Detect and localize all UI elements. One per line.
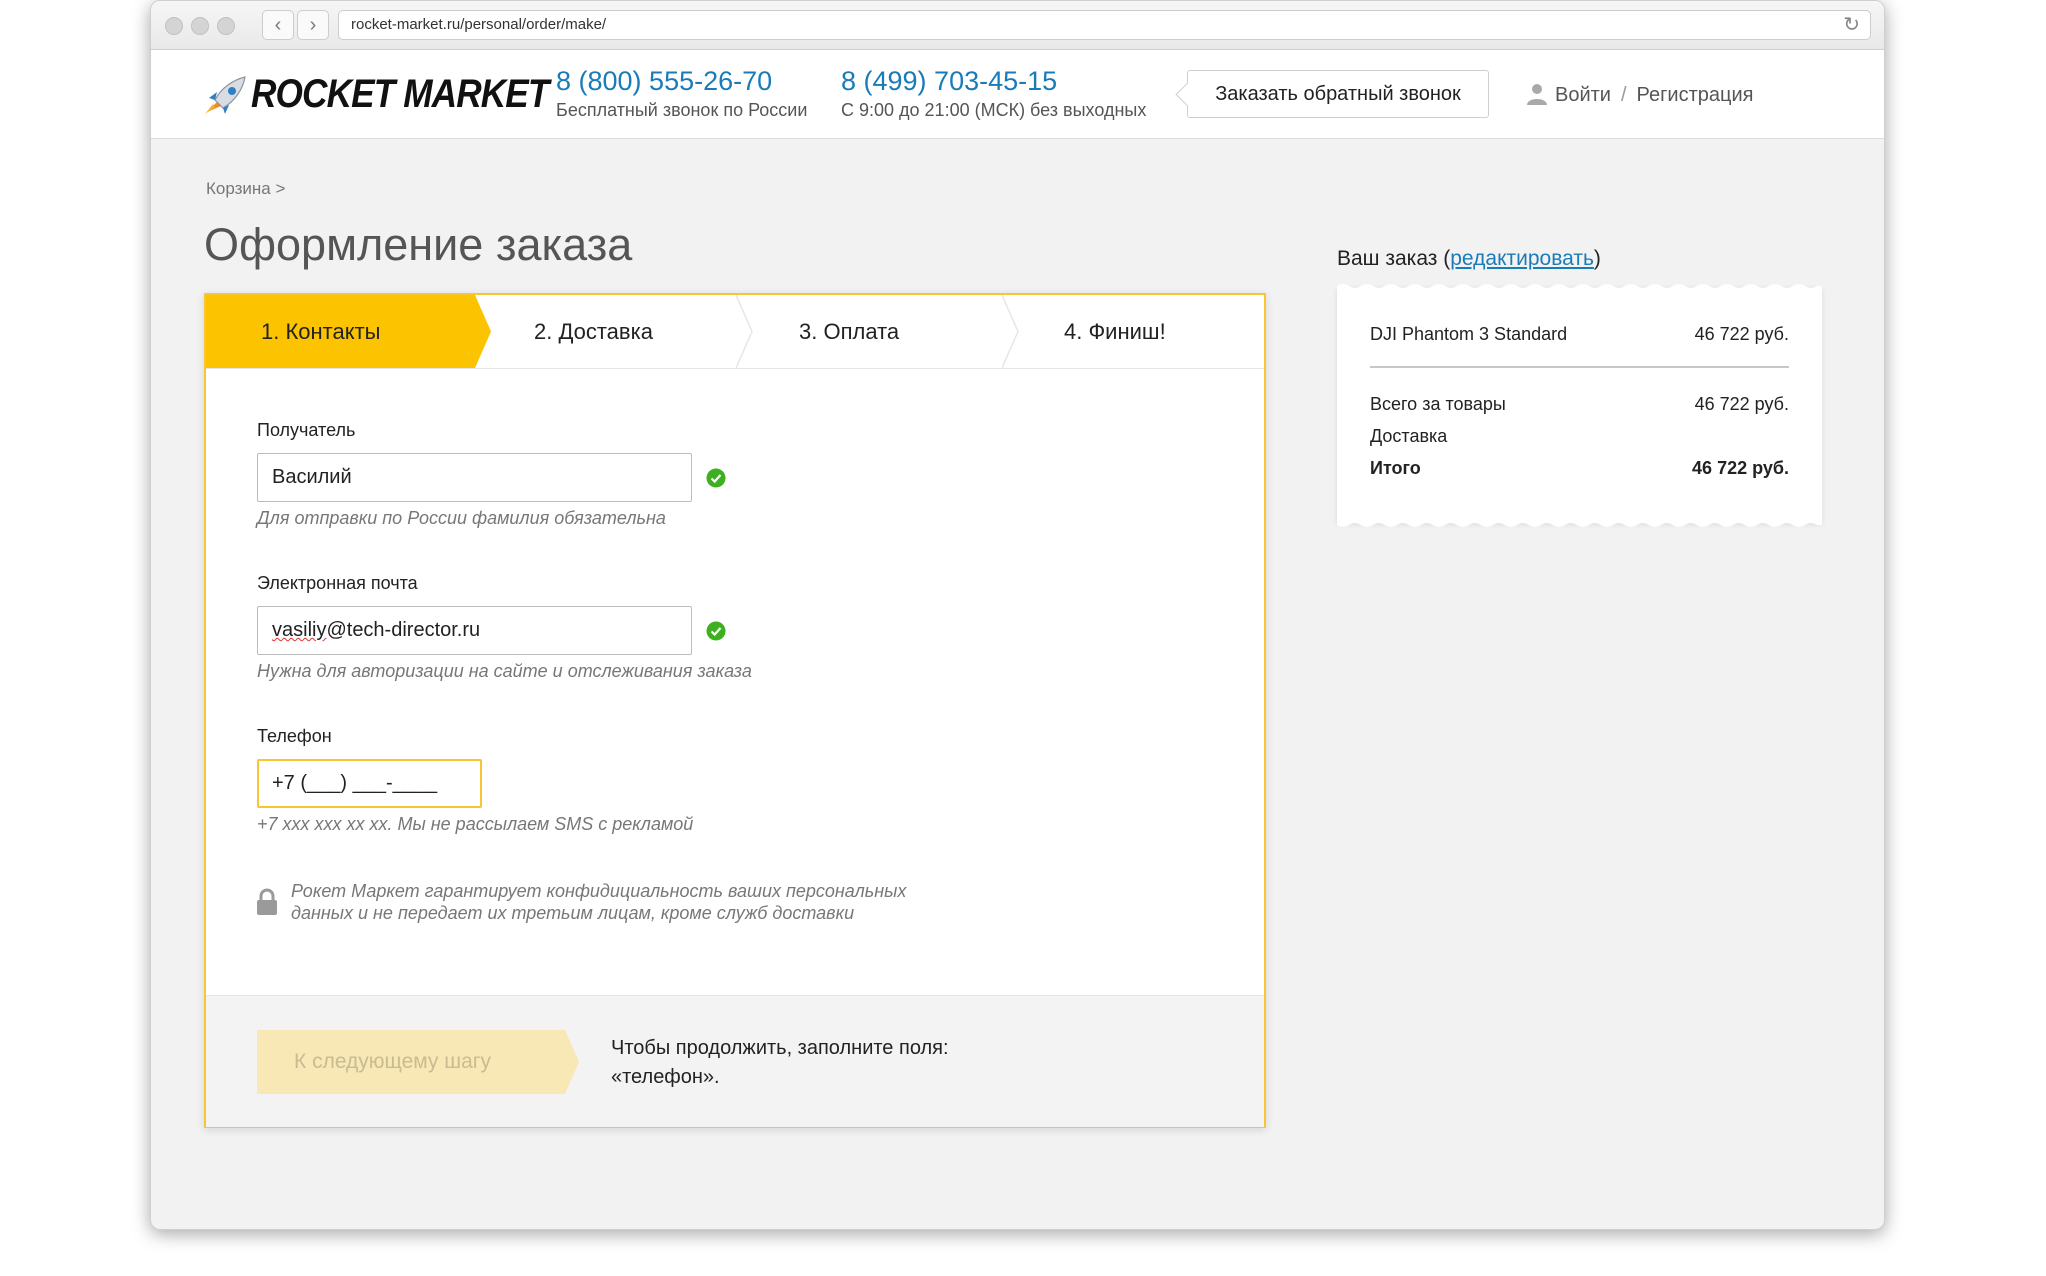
checkout-form-card: 1. Контакты 2. Доставка 3. Оплата 4. Фин… [204, 293, 1266, 1128]
email-label: Электронная почта [257, 573, 418, 593]
recipient-label: Получатель [257, 420, 356, 440]
site-header: ROCKET MARKET 8 (800) 555-26-70 Бесплатн… [151, 50, 1884, 139]
summary-item-row: DJI Phantom 3 Standard 46 722 руб. [1370, 324, 1789, 345]
auth-links: Войти / Регистрация [1555, 84, 1753, 107]
login-link[interactable]: Войти [1555, 84, 1611, 106]
grand-total-value: 46 722 руб. [1692, 458, 1789, 478]
receipt-edge-bottom [1337, 521, 1822, 527]
phone-hint: +7 xxx xxx xx xx. Мы не рассылаем SMS с … [257, 814, 694, 834]
item-price: 46 722 руб. [1694, 324, 1789, 344]
chevron-left-icon: ‹ [274, 14, 282, 36]
phone-free[interactable]: 8 (800) 555-26-70 [556, 66, 772, 97]
phone-label: Телефон [257, 726, 332, 746]
summary-divider [1370, 366, 1789, 368]
logo-text[interactable]: ROCKET MARKET [251, 72, 549, 117]
phone-input[interactable]: +7 (___) ___-____ [257, 759, 482, 808]
delivery-label: Доставка [1370, 426, 1448, 446]
order-summary-title: Ваш заказ (редактировать) [1337, 247, 1601, 271]
receipt-edge-top [1337, 284, 1822, 290]
goods-total-value: 46 722 руб. [1694, 394, 1789, 414]
recipient-input[interactable]: Василий [257, 453, 692, 502]
grand-total-label: Итого [1370, 458, 1421, 478]
continue-note: Чтобы продолжить, заполните поля: «телеф… [611, 1034, 949, 1092]
email-valid-icon [706, 621, 726, 641]
summary-title-text: Ваш заказ [1337, 247, 1438, 270]
window-minimize-dot[interactable] [191, 17, 209, 35]
page-title: Оформление заказа [204, 219, 633, 270]
next-step-button[interactable]: К следующему шагу [257, 1030, 579, 1094]
window-close-dot[interactable] [165, 17, 183, 35]
form-footer: К следующему шагу Чтобы продолжить, запо… [206, 995, 1264, 1127]
email-domain-part: @tech-director.ru [326, 619, 481, 641]
checkout-steps: 1. Контакты 2. Доставка 3. Оплата 4. Фин… [206, 295, 1264, 369]
address-text: rocket-market.ru/personal/order/make/ [351, 16, 607, 33]
user-icon [1527, 84, 1547, 105]
browser-toolbar: ‹ › rocket-market.ru/personal/order/make… [151, 1, 1884, 50]
step-finish[interactable]: 4. Финиш! [1009, 295, 1264, 368]
callback-button[interactable]: Заказать обратный звонок [1187, 70, 1489, 118]
email-user-part: vasiliy [272, 619, 327, 641]
step-contacts[interactable]: 1. Контакты [206, 295, 475, 368]
phone-moscow-note: С 9:00 до 21:00 (МСК) без выходных [841, 100, 1147, 120]
privacy-line-1: Рокет Маркет гарантирует конфидициальнос… [291, 881, 907, 901]
back-button[interactable]: ‹ [262, 10, 294, 40]
address-bar[interactable]: rocket-market.ru/personal/order/make/ ↻ [338, 10, 1871, 40]
chevron-right-icon: › [309, 14, 317, 36]
email-input[interactable]: vasiliy@tech-director.ru [257, 606, 692, 655]
auth-separator: / [1620, 84, 1627, 106]
grand-total-row: Итого 46 722 руб. [1370, 458, 1789, 479]
recipient-hint: Для отправки по России фамилия обязатель… [257, 508, 666, 528]
email-hint: Нужна для авторизации на сайте и отслежи… [257, 661, 752, 681]
rocket-icon [205, 76, 246, 114]
order-summary-card: DJI Phantom 3 Standard 46 722 руб. Всего… [1337, 284, 1822, 527]
edit-order-link[interactable]: редактировать [1450, 247, 1594, 270]
window-maximize-dot[interactable] [217, 17, 235, 35]
recipient-valid-icon [706, 468, 726, 488]
step-payment[interactable]: 3. Оплата [744, 295, 1004, 368]
breadcrumb[interactable]: Корзина > [206, 179, 285, 199]
privacy-line-2: данных и не передает их третьим лицам, к… [291, 903, 855, 923]
privacy-note: Рокет Маркет гарантирует конфидициальнос… [291, 880, 991, 924]
register-link[interactable]: Регистрация [1637, 84, 1754, 106]
continue-line-2: «телефон». [611, 1066, 720, 1088]
goods-total-label: Всего за товары [1370, 394, 1506, 414]
reload-icon[interactable]: ↻ [1843, 11, 1860, 39]
phone-moscow[interactable]: 8 (499) 703-45-15 [841, 66, 1057, 97]
edit-paren-close: ) [1593, 247, 1601, 270]
step-delivery[interactable]: 2. Доставка [479, 295, 739, 368]
lock-icon [257, 888, 277, 915]
item-name: DJI Phantom 3 Standard [1370, 324, 1568, 344]
forward-button[interactable]: › [297, 10, 329, 40]
continue-line-1: Чтобы продолжить, заполните поля: [611, 1037, 949, 1059]
browser-window: ‹ › rocket-market.ru/personal/order/make… [150, 0, 1885, 1230]
goods-total-row: Всего за товары 46 722 руб. [1370, 394, 1789, 415]
phone-free-note: Бесплатный звонок по России [556, 100, 808, 120]
delivery-row: Доставка [1370, 426, 1789, 447]
